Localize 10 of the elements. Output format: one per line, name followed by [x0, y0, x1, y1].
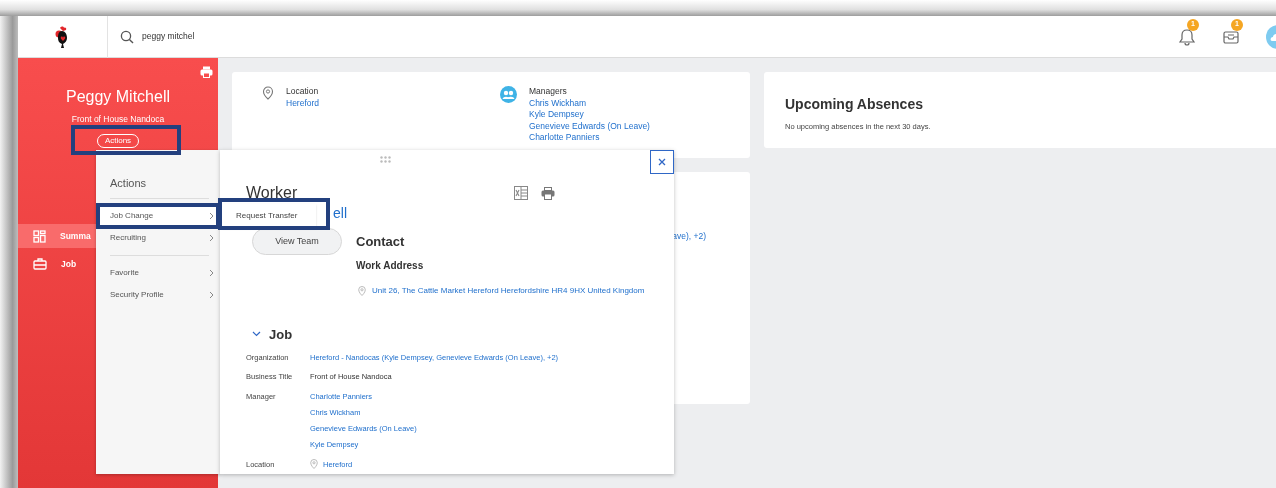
profile-title: Front of House Nandoca — [71, 113, 165, 126]
field-label: Managers — [529, 86, 568, 98]
section-subtitle: Work Address — [356, 258, 425, 273]
menu-title: Actions — [110, 176, 148, 191]
profile-name: Peggy Mitchell — [65, 88, 170, 106]
popup-title: Worker — [246, 183, 299, 203]
section-title: Job — [269, 325, 293, 344]
field-label: Location — [286, 86, 320, 98]
section-title: Contact — [356, 233, 406, 251]
card-title: Upcoming Absences — [785, 95, 924, 114]
